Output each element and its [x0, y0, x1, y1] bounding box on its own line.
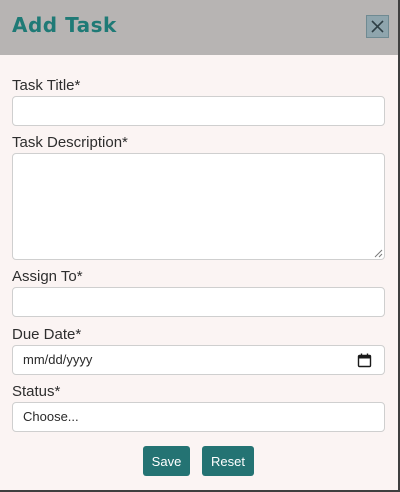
due-date-value: mm/dd/yyyy	[23, 352, 93, 367]
task-description-textarea[interactable]	[12, 153, 385, 260]
add-task-modal: Add Task Task Title* Task Description* A…	[0, 0, 400, 492]
close-button[interactable]	[366, 15, 389, 38]
modal-title: Add Task	[12, 13, 117, 37]
save-button[interactable]: Save	[143, 446, 190, 476]
due-date-input[interactable]: mm/dd/yyyy	[12, 345, 385, 375]
task-title-label: Task Title*	[12, 77, 81, 94]
due-date-label: Due Date*	[12, 326, 82, 343]
status-select[interactable]: Choose...	[12, 402, 385, 432]
task-description-label: Task Description*	[12, 134, 128, 151]
close-icon	[371, 20, 384, 33]
calendar-icon[interactable]	[357, 353, 372, 368]
assign-to-label: Assign To*	[12, 268, 83, 285]
status-label: Status*	[12, 383, 61, 400]
reset-button[interactable]: Reset	[202, 446, 254, 476]
task-title-input[interactable]	[12, 96, 385, 126]
resize-grip-icon[interactable]	[374, 249, 383, 258]
status-selected-value: Choose...	[23, 409, 79, 424]
modal-header: Add Task	[0, 0, 398, 55]
assign-to-input[interactable]	[12, 287, 385, 317]
